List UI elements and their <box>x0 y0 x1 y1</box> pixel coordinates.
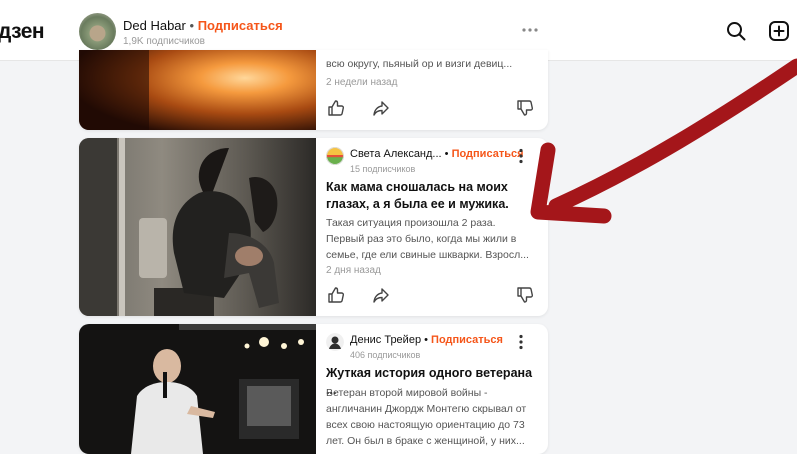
feed-card[interactable]: Света Александ... • Подписаться 15 подпи… <box>79 138 548 316</box>
separator-dot: • <box>444 148 449 160</box>
author-name[interactable]: Света Александ... <box>350 148 442 160</box>
card-date: 2 дня назад <box>326 265 381 276</box>
author-subscribers: 406 подписчиков <box>350 350 421 360</box>
thumb-down-icon[interactable] <box>515 285 535 305</box>
channel-name[interactable]: Ded Habar <box>123 18 186 33</box>
card-thumbnail[interactable] <box>79 50 316 130</box>
thumb-up-icon[interactable] <box>326 98 346 118</box>
thumb-up-icon[interactable] <box>326 285 346 305</box>
card-thumbnail[interactable] <box>79 138 316 316</box>
author-subscribers: 15 подписчиков <box>350 164 416 174</box>
author-name[interactable]: Денис Трейер <box>350 334 421 346</box>
author-avatar[interactable] <box>326 333 344 351</box>
share-icon[interactable] <box>371 98 391 118</box>
card-description[interactable]: Такая ситуация произошла 2 раза. Первый … <box>326 215 538 263</box>
channel-header: Ded Habar • Подписаться <box>123 18 283 33</box>
subscribe-button[interactable]: Подписаться <box>431 334 503 346</box>
author-avatar[interactable] <box>326 147 344 165</box>
add-post-icon[interactable] <box>768 20 790 42</box>
card-date: 2 недели назад <box>326 77 398 88</box>
search-icon[interactable] <box>725 20 747 42</box>
separator-dot: • <box>424 334 428 346</box>
card-description[interactable]: Ветеран второй мировой войны - англичани… <box>326 385 538 449</box>
more-icon[interactable] <box>518 334 524 350</box>
subscribe-button[interactable]: Подписаться <box>452 148 524 160</box>
card-thumbnail[interactable] <box>79 324 316 454</box>
feed-card[interactable]: всю округу, пьяный ор и визги девиц... 2… <box>79 50 548 130</box>
more-icon[interactable] <box>518 148 524 164</box>
card-title[interactable]: Как мама сношалась на моих глазах, а я б… <box>326 179 509 213</box>
separator-dot: • <box>189 18 195 33</box>
share-icon[interactable] <box>371 285 391 305</box>
thumb-down-icon[interactable] <box>515 98 535 118</box>
subscribe-button[interactable]: Подписаться <box>198 18 283 33</box>
more-icon[interactable] <box>520 22 540 38</box>
card-description[interactable]: всю округу, пьяный ор и визги девиц... <box>326 56 538 72</box>
feed-card[interactable]: Денис Трейер • Подписаться 406 подписчик… <box>79 324 548 454</box>
logo[interactable]: дзен <box>0 20 45 44</box>
channel-subscribers: 1,9K подписчиков <box>123 36 205 47</box>
channel-avatar[interactable] <box>79 13 116 50</box>
